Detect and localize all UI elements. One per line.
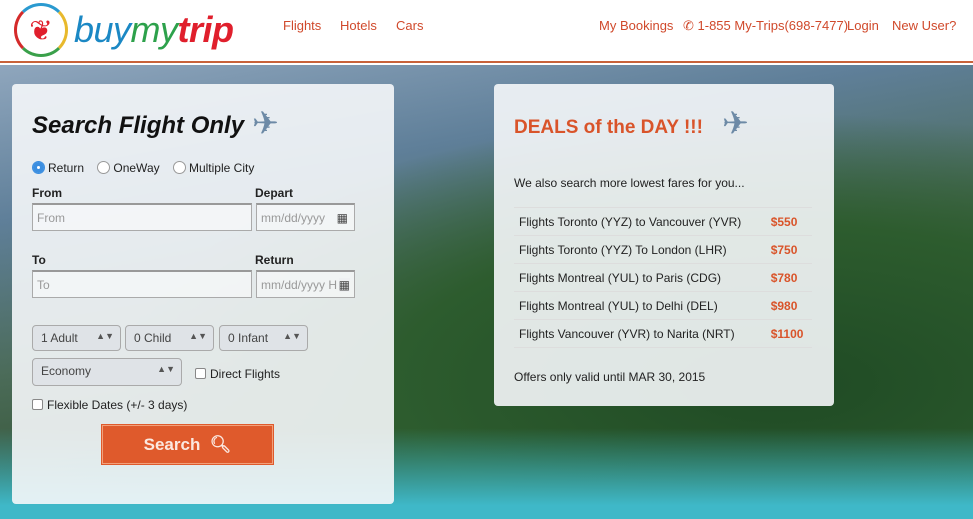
deal-price: $1100 <box>765 319 812 348</box>
deals-table: Flights Toronto (YYZ) to Vancouver (YVR)… <box>514 207 812 348</box>
infants-select[interactable]: 0 Infant ▲▼ <box>219 325 308 351</box>
logo[interactable]: ❦ buymytrip <box>14 3 234 57</box>
logo-text-my: my <box>130 9 179 50</box>
deal-row[interactable]: Flights Toronto (YYZ) to Vancouver (YVR)… <box>514 207 812 236</box>
from-label: From <box>32 186 62 200</box>
return-label: Return <box>255 253 294 267</box>
deal-price: $780 <box>765 263 812 292</box>
deals-validity-note: Offers only valid until MAR 30, 2015 <box>514 370 706 384</box>
return-date-input[interactable]: mm/dd/yyyy H ▦ <box>256 270 355 298</box>
deals-intro: We also search more lowest fares for you… <box>514 176 745 190</box>
deals-title: DEALS of the DAY !!! <box>514 117 703 138</box>
select-arrows-icon: ▲▼ <box>157 364 175 374</box>
my-bookings-link[interactable]: My Bookings <box>599 18 673 33</box>
search-title: Search Flight Only <box>32 112 245 139</box>
deal-price: $750 <box>765 235 812 264</box>
search-icon: 🔍︎ <box>209 435 232 454</box>
phone-link[interactable]: ✆ 1-855 My-Trips(698-7477) <box>683 18 848 34</box>
depart-date-input[interactable]: mm/dd/yyyy ▦ <box>256 203 355 231</box>
select-arrows-icon: ▲▼ <box>189 331 207 341</box>
flexible-dates-checkbox[interactable]: Flexible Dates (+/- 3 days) <box>32 398 187 412</box>
logo-text-buy: buy <box>74 9 131 50</box>
search-flight-panel: Search Flight Only ✈ Return OneWay Multi… <box>12 84 394 504</box>
deal-route[interactable]: Flights Montreal (YUL) to Delhi (DEL) <box>514 291 766 320</box>
trip-type-group: Return OneWay Multiple City <box>32 161 254 175</box>
deal-route[interactable]: Flights Toronto (YYZ) To London (LHR) <box>514 235 766 264</box>
deal-row[interactable]: Flights Montreal (YUL) to Paris (CDG) $78… <box>514 263 812 292</box>
to-label: To <box>32 253 46 267</box>
deals-panel: DEALS of the DAY !!! ✈ We also search mo… <box>494 84 834 406</box>
radio-return[interactable]: Return <box>32 161 84 175</box>
header: ❦ buymytrip Flights Hotels Cars My Booki… <box>0 0 973 63</box>
select-arrows-icon: ▲▼ <box>96 331 114 341</box>
deal-route[interactable]: Flights Toronto (YYZ) to Vancouver (YVR) <box>514 207 766 236</box>
calendar-icon[interactable]: ▦ <box>338 278 350 292</box>
deal-row[interactable]: Flights Montreal (YUL) to Delhi (DEL) $98… <box>514 291 812 320</box>
maple-leaf-goose-icon: ❦ <box>14 3 68 57</box>
logo-text-trip: trip <box>177 9 235 50</box>
login-link[interactable]: Login <box>847 18 879 33</box>
cabin-class-select[interactable]: Economy ▲▼ <box>32 358 182 386</box>
search-button[interactable]: Search 🔍︎ <box>101 424 274 465</box>
nav-hotels[interactable]: Hotels <box>340 18 377 33</box>
deal-route[interactable]: Flights Montreal (YUL) to Paris (CDG) <box>514 263 766 292</box>
deal-price: $980 <box>765 291 812 320</box>
deal-price: $550 <box>765 207 812 236</box>
phone-icon: ✆ <box>683 18 698 33</box>
direct-flights-checkbox[interactable]: Direct Flights <box>195 367 280 381</box>
adults-select[interactable]: 1 Adult ▲▼ <box>32 325 121 351</box>
from-input[interactable]: From <box>32 203 252 231</box>
deal-route[interactable]: Flights Vancouver (YVR) to Narita (NRT) <box>514 319 766 348</box>
to-input[interactable]: To <box>32 270 252 298</box>
airplane-icon: ✈ <box>722 105 749 141</box>
select-arrows-icon: ▲▼ <box>283 331 301 341</box>
deal-row[interactable]: Flights Toronto (YYZ) To London (LHR) $75… <box>514 235 812 264</box>
radio-oneway[interactable]: OneWay <box>97 161 160 175</box>
nav-cars[interactable]: Cars <box>396 18 423 33</box>
new-user-link[interactable]: New User? <box>892 18 956 33</box>
deal-row[interactable]: Flights Vancouver (YVR) to Narita (NRT) $… <box>514 319 812 348</box>
calendar-icon[interactable]: ▦ <box>337 211 348 225</box>
children-select[interactable]: 0 Child ▲▼ <box>125 325 214 351</box>
nav-flights[interactable]: Flights <box>283 18 321 33</box>
depart-label: Depart <box>255 186 294 200</box>
phone-number: 1-855 My-Trips(698-7477) <box>697 18 849 33</box>
radio-multiple-city[interactable]: Multiple City <box>172 161 254 175</box>
airplane-icon: ✈ <box>252 105 279 141</box>
